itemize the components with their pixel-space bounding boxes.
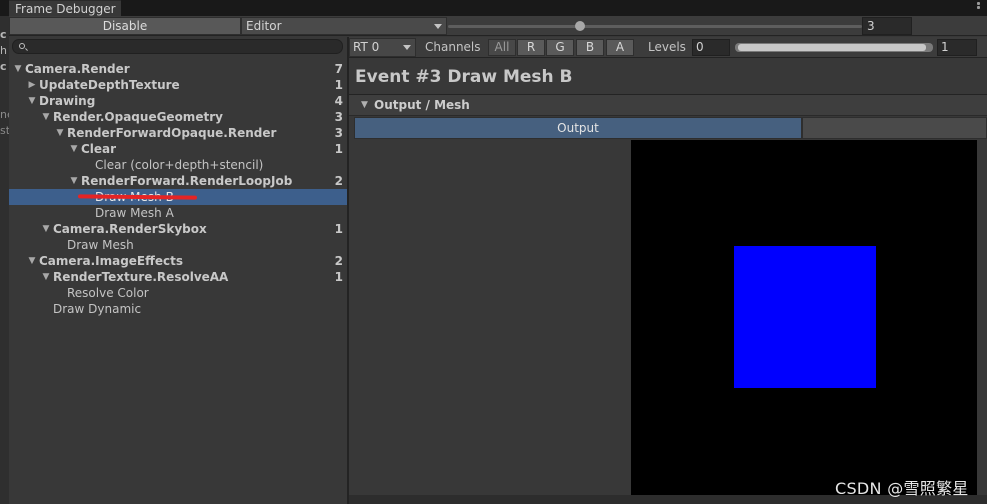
tree-row-count: 3 bbox=[334, 126, 343, 140]
render-target-toolbar: RT 0 Channels All R G B A Levels 0 1 bbox=[349, 37, 987, 58]
channel-all-button[interactable]: All bbox=[488, 39, 516, 56]
clipped-text: h bbox=[0, 44, 7, 57]
tree-row-label: RenderForward.RenderLoopJob bbox=[81, 174, 293, 188]
expanded-arrow-icon[interactable]: ▼ bbox=[41, 269, 51, 285]
levels-label: Levels bbox=[648, 40, 686, 54]
expanded-arrow-icon[interactable]: ▼ bbox=[27, 253, 37, 269]
chevron-down-icon bbox=[434, 24, 442, 29]
tree-row[interactable]: Draw Mesh bbox=[9, 237, 347, 253]
channel-r-button[interactable]: R bbox=[517, 39, 545, 56]
tree-row-label: Draw Mesh bbox=[67, 238, 134, 252]
tree-row-label: Clear bbox=[81, 142, 117, 156]
target-dropdown-label: Editor bbox=[246, 19, 282, 33]
expanded-arrow-icon[interactable]: ▼ bbox=[69, 173, 79, 189]
expanded-arrow-icon[interactable]: ▼ bbox=[27, 93, 37, 109]
tree-row-count: 2 bbox=[334, 174, 343, 188]
tree-row-label: UpdateDepthTexture bbox=[39, 78, 180, 92]
foldout-triangle-icon: ▼ bbox=[361, 100, 368, 110]
disable-button[interactable]: Disable bbox=[9, 17, 241, 35]
tree-row[interactable]: ▼ Render.OpaqueGeometry 3 bbox=[9, 109, 347, 125]
tree-row[interactable]: ▼ Camera.ImageEffects 2 bbox=[9, 253, 347, 269]
tree-row[interactable]: ▼ Camera.Render 7 bbox=[9, 61, 347, 77]
tree-row[interactable]: Draw Dynamic bbox=[9, 301, 347, 317]
tree-row-count: 7 bbox=[334, 62, 343, 76]
tree-row-count: 1 bbox=[334, 142, 343, 156]
chevron-down-icon bbox=[403, 45, 411, 50]
tree-row-count: 2 bbox=[334, 254, 343, 268]
tree-row-label: Camera.ImageEffects bbox=[39, 254, 183, 268]
tree-row[interactable]: ▼ Clear 1 bbox=[9, 141, 347, 157]
clipped-neighbor-panel: c h c ne st bbox=[0, 16, 9, 504]
tree-row[interactable]: Draw Mesh A bbox=[9, 205, 347, 221]
render-target-dropdown[interactable]: RT 0 bbox=[349, 38, 416, 57]
tab-output[interactable]: Output bbox=[354, 117, 802, 139]
expanded-arrow-icon[interactable]: ▼ bbox=[13, 61, 23, 77]
tree-row-label: Clear (color+depth+stencil) bbox=[95, 158, 264, 172]
event-hierarchy-panel: ▼ Camera.Render 7 ▶ UpdateDepthTexture 1 ▼ Draw… bbox=[9, 37, 347, 504]
tree-row-label: Draw Mesh A bbox=[95, 206, 174, 220]
tab-frame-debugger[interactable]: Frame Debugger bbox=[9, 0, 121, 16]
tree-row-count: 4 bbox=[334, 94, 343, 108]
tree-row-label: RenderForwardOpaque.Render bbox=[67, 126, 277, 140]
clipped-text: c bbox=[0, 28, 7, 41]
event-slider[interactable] bbox=[448, 25, 862, 28]
render-target-label: RT 0 bbox=[353, 40, 380, 54]
tree-row[interactable]: ▼ RenderForward.RenderLoopJob 2 bbox=[9, 173, 347, 189]
tree-row-count: 1 bbox=[334, 270, 343, 284]
event-tree: ▼ Camera.Render 7 ▶ UpdateDepthTexture 1 ▼ Draw… bbox=[9, 61, 347, 317]
window-menu-icon[interactable] bbox=[972, 2, 984, 12]
levels-max-field[interactable]: 1 bbox=[937, 39, 977, 56]
tree-row-label: Camera.Render bbox=[25, 62, 130, 76]
tree-row-label: RenderTexture.ResolveAA bbox=[53, 270, 229, 284]
tree-row[interactable]: ▼ RenderForwardOpaque.Render 3 bbox=[9, 125, 347, 141]
tree-row[interactable]: ▼ Drawing 4 bbox=[9, 93, 347, 109]
channel-g-button[interactable]: G bbox=[546, 39, 574, 56]
output-mesh-foldout[interactable]: ▼ Output / Mesh bbox=[349, 95, 987, 116]
mesh-preview-quad bbox=[734, 246, 876, 388]
channels-label: Channels bbox=[425, 40, 481, 54]
tree-row-label: Camera.RenderSkybox bbox=[53, 222, 207, 236]
tree-row[interactable]: ▶ UpdateDepthTexture 1 bbox=[9, 77, 347, 93]
event-slider-thumb[interactable] bbox=[575, 21, 586, 31]
levels-range-fill[interactable] bbox=[738, 44, 926, 51]
frame-debugger-toolbar: Disable Editor 3 bbox=[9, 16, 987, 36]
tree-row-label: Drawing bbox=[39, 94, 96, 108]
foldout-title: Output / Mesh bbox=[374, 98, 470, 112]
expanded-arrow-icon[interactable]: ▼ bbox=[41, 109, 51, 125]
tree-row[interactable]: Resolve Color bbox=[9, 285, 347, 301]
clipped-text: ne bbox=[0, 108, 9, 121]
search-icon bbox=[19, 43, 25, 49]
window-tab-strip: Frame Debugger bbox=[0, 0, 987, 16]
tree-row-count: 3 bbox=[334, 110, 343, 124]
event-title: Event #3 Draw Mesh B bbox=[355, 67, 573, 87]
render-preview bbox=[631, 140, 977, 495]
clipped-text: c bbox=[0, 60, 7, 73]
tree-row[interactable]: ▼ Camera.RenderSkybox 1 bbox=[9, 221, 347, 237]
tree-row-count: 1 bbox=[334, 222, 343, 236]
target-dropdown[interactable]: Editor bbox=[241, 17, 447, 35]
channel-b-button[interactable]: B bbox=[576, 39, 604, 56]
channel-a-button[interactable]: A bbox=[606, 39, 634, 56]
tree-row-label: Render.OpaqueGeometry bbox=[53, 110, 223, 124]
expanded-arrow-icon[interactable]: ▼ bbox=[41, 221, 51, 237]
tree-row-label: Draw Dynamic bbox=[53, 302, 142, 316]
tree-row[interactable]: Clear (color+depth+stencil) bbox=[9, 157, 347, 173]
watermark: CSDN @雪照繁星 bbox=[835, 479, 969, 498]
event-index-field[interactable]: 3 bbox=[862, 17, 912, 35]
collapsed-arrow-icon[interactable]: ▶ bbox=[27, 77, 37, 93]
tab-empty bbox=[802, 117, 987, 139]
event-details-panel: Event #3 Draw Mesh B ▼ Output / Mesh Out… bbox=[349, 59, 987, 504]
levels-range-slider[interactable] bbox=[735, 43, 933, 52]
expanded-arrow-icon[interactable]: ▼ bbox=[69, 141, 79, 157]
clipped-text: st bbox=[0, 124, 9, 137]
tree-row-label: Resolve Color bbox=[67, 286, 149, 300]
levels-min-field[interactable]: 0 bbox=[692, 39, 730, 56]
search-input[interactable] bbox=[12, 39, 343, 54]
expanded-arrow-icon[interactable]: ▼ bbox=[55, 125, 65, 141]
tree-row-count: 1 bbox=[334, 78, 343, 92]
tree-row[interactable]: ▼ RenderTexture.ResolveAA 1 bbox=[9, 269, 347, 285]
